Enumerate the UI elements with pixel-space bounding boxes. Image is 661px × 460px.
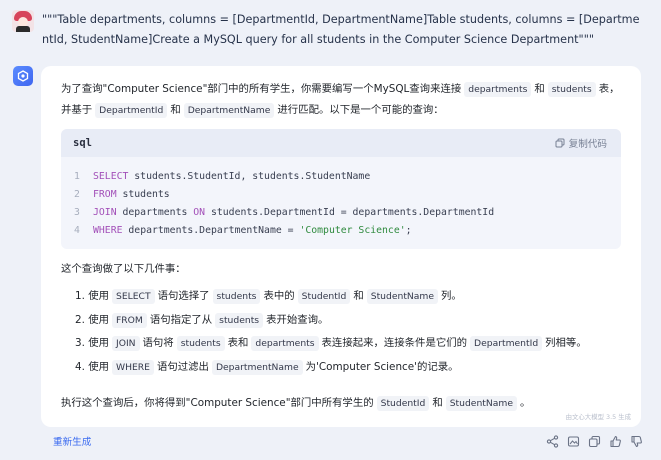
list-text: 语句将 bbox=[142, 337, 174, 349]
list-text: 4. 使用 bbox=[75, 360, 109, 373]
inline-code: StudentId bbox=[376, 396, 430, 411]
list-text: 3. 使用 bbox=[75, 337, 109, 349]
list-text: 表连接起来，连接条件是它们的 bbox=[321, 337, 468, 349]
list-item: 1. 使用 SELECT 语句选择了 students 表中的 StudentId 和 Stu… bbox=[61, 287, 621, 311]
inline-code: DepartmentId bbox=[95, 103, 168, 118]
sql-keyword: WHERE bbox=[93, 225, 123, 236]
list-text: 表中的 bbox=[263, 290, 295, 302]
code-body: 1 SELECT students.StudentId, students.Stu… bbox=[61, 157, 621, 240]
explanation-list: 1. 使用 SELECT 语句选择了 students 表中的 StudentId 和 Stu… bbox=[61, 287, 621, 381]
list-text: 语句选择了 bbox=[157, 290, 210, 302]
code-text: departments bbox=[116, 207, 194, 218]
inline-code: DepartmentId bbox=[470, 336, 543, 351]
inline-code: WHERE bbox=[112, 359, 154, 375]
code-line: 3 JOIN departments ON students.Department… bbox=[61, 204, 621, 222]
user-message-row: """Table departments, columns = [Departm… bbox=[12, 10, 652, 50]
regenerate-button[interactable]: 重新生成 bbox=[53, 434, 91, 448]
code-line: 4 WHERE departments.DepartmentName = 'Com… bbox=[61, 222, 621, 240]
code-line: 1 SELECT students.StudentId, students.Stu… bbox=[61, 168, 621, 186]
inline-code: DepartmentName bbox=[211, 359, 303, 375]
list-text: 列。 bbox=[441, 290, 462, 302]
line-number: 3 bbox=[74, 207, 80, 218]
sql-keyword: JOIN bbox=[93, 207, 117, 218]
list-text: 表和 bbox=[227, 337, 249, 349]
inline-code: StudentId bbox=[297, 289, 351, 304]
user-message-text: """Table departments, columns = [Departm… bbox=[42, 13, 640, 46]
outro-text: 。 bbox=[520, 397, 531, 409]
inline-code: JOIN bbox=[112, 336, 140, 351]
list-text: 和 bbox=[353, 290, 364, 302]
response-footer: 重新生成 bbox=[53, 434, 643, 448]
list-text: 1. 使用 bbox=[75, 290, 109, 302]
intro-text: 并基于 bbox=[61, 104, 93, 116]
line-number: 1 bbox=[74, 171, 80, 182]
inline-code: students bbox=[212, 289, 261, 304]
code-text: departments.DepartmentName = bbox=[122, 225, 300, 236]
copy-icon[interactable] bbox=[588, 435, 601, 448]
list-text: 为'Computer Science'的记录。 bbox=[305, 360, 459, 373]
outro-text: 和 bbox=[432, 397, 443, 409]
inline-code: students bbox=[215, 312, 264, 328]
assistant-response-card: 为了查询"Computer Science"部门中的所有学生，你需要编写一个My… bbox=[41, 66, 641, 427]
list-item: 4. 使用 WHERE 语句过滤出 DepartmentName 为'Computer … bbox=[61, 358, 621, 382]
sql-keyword: FROM bbox=[93, 189, 117, 200]
inline-code: SELECT bbox=[112, 289, 155, 304]
list-item: 3. 使用 JOIN 语句将 students 表和 departments 表连接起来，连… bbox=[61, 334, 621, 358]
outro-text: 执行这个查询后，你将得到"Computer Science"部门中所有学生的 bbox=[61, 397, 374, 409]
line-number: 4 bbox=[74, 225, 80, 236]
intro-line-1: 为了查询"Computer Science"部门中的所有学生，你需要编写一个My… bbox=[61, 80, 619, 98]
intro-text: 表， bbox=[598, 83, 620, 95]
copy-icon bbox=[555, 138, 565, 148]
code-block-header: sql 复制代码 bbox=[61, 129, 621, 157]
copy-code-button[interactable]: 复制代码 bbox=[555, 136, 607, 150]
code-text: students bbox=[116, 189, 170, 200]
list-text: 2. 使用 bbox=[75, 313, 109, 326]
copy-code-label: 复制代码 bbox=[568, 139, 607, 150]
list-text: 语句指定了从 bbox=[149, 313, 213, 326]
list-item: 2. 使用 FROM 语句指定了从 students 表开始查询。 bbox=[61, 311, 621, 335]
code-text: students.StudentId, students.StudentName bbox=[128, 171, 371, 182]
sql-keyword: SELECT bbox=[93, 171, 129, 182]
sql-keyword: ON bbox=[193, 207, 206, 218]
inline-code: departments bbox=[251, 336, 319, 351]
code-language: sql bbox=[73, 137, 92, 149]
code-text: students.DepartmentId = departments.Depa… bbox=[205, 207, 495, 218]
outro-line: 执行这个查询后，你将得到"Computer Science"部门中所有学生的 St… bbox=[61, 394, 530, 412]
code-text: ; bbox=[405, 225, 412, 236]
inline-code: StudentName bbox=[445, 396, 517, 411]
intro-line-2: 并基于 DepartmentId 和 DepartmentName 进行匹配。以下是一个… bbox=[61, 101, 444, 119]
list-text: 列相等。 bbox=[545, 337, 587, 349]
share-icon[interactable] bbox=[546, 434, 559, 448]
inline-code: departments bbox=[464, 82, 532, 97]
response-actions bbox=[546, 434, 643, 448]
list-intro: 这个查询做了以下几件事： bbox=[61, 263, 186, 275]
line-number: 2 bbox=[74, 189, 80, 200]
image-icon[interactable] bbox=[567, 435, 580, 448]
list-text: 表开始查询。 bbox=[266, 313, 329, 326]
inline-code: StudentName bbox=[366, 289, 439, 304]
inline-code: FROM bbox=[112, 312, 147, 328]
intro-text: 和 bbox=[534, 83, 545, 95]
inline-code: DepartmentName bbox=[183, 103, 275, 118]
code-line: 2 FROM students bbox=[61, 186, 621, 204]
generated-by-watermark: 由文心大模型 3.5 生成 bbox=[565, 413, 631, 421]
code-block: sql 复制代码 1 SELECT students.StudentId, stu… bbox=[61, 129, 621, 249]
inline-code: students bbox=[176, 336, 225, 351]
list-text: 语句过滤出 bbox=[157, 360, 209, 373]
sql-string: 'Computer Science' bbox=[299, 225, 406, 236]
inline-code: students bbox=[547, 82, 596, 97]
intro-text: 和 bbox=[170, 104, 181, 116]
intro-text: 为了查询"Computer Science"部门中的所有学生，你需要编写一个My… bbox=[61, 83, 462, 95]
thumbs-down-icon[interactable] bbox=[630, 435, 643, 448]
intro-text: 进行匹配。以下是一个可能的查询： bbox=[277, 104, 444, 116]
thumbs-up-icon[interactable] bbox=[609, 435, 622, 448]
user-avatar bbox=[12, 10, 34, 32]
assistant-avatar-icon bbox=[13, 66, 33, 86]
